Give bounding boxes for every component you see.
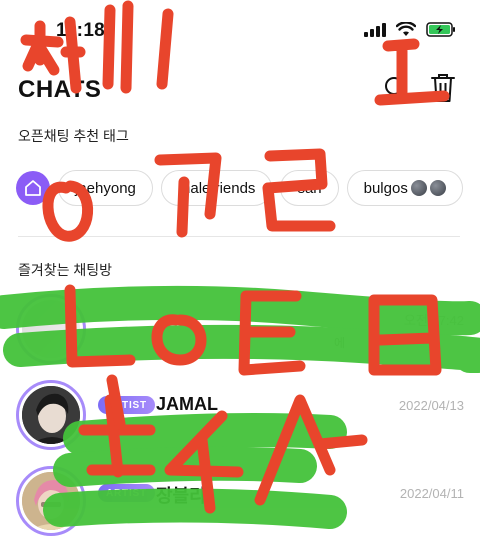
battery-charging-icon [426, 22, 455, 37]
tag-chip-san[interactable]: san [280, 170, 339, 206]
chat-row-3[interactable]: ARTIST 장블리 2022/04/11 [0, 458, 480, 542]
trash-icon[interactable] [430, 72, 456, 104]
wifi-icon [396, 22, 416, 36]
artist-badge: ARTIST [98, 484, 155, 502]
tag-label: malefriends [177, 179, 256, 197]
dark-moon-emoji-icon [429, 180, 446, 196]
avatar [16, 466, 86, 536]
divider [18, 236, 460, 237]
page-title: CHATS [18, 76, 102, 103]
tag-label: bulgos [363, 179, 408, 197]
tag-label: jaehyong [75, 179, 136, 197]
chat-preview: 에 [334, 336, 346, 350]
portrait-image [22, 386, 80, 444]
avatar-image [22, 300, 80, 358]
avatar [16, 294, 86, 364]
chat-date: 2022/04/13 [398, 398, 464, 413]
search-icon[interactable] [382, 74, 410, 102]
home-tag-button[interactable] [16, 171, 50, 205]
chat-date: 오전 07:42 [403, 313, 464, 328]
chat-name: 장블리 [156, 486, 206, 506]
cellular-signal-icon [364, 22, 386, 37]
status-time: 11:18 [56, 20, 106, 41]
portrait-image [22, 472, 80, 530]
status-bar: 11:18 [0, 0, 480, 60]
dark-moon-emoji-icon [410, 180, 427, 196]
favorites-section-label: 즐겨찾는 채팅방 [18, 262, 113, 278]
open-chat-section-label: 오픈채팅 추천 태그 [18, 128, 129, 144]
tag-chip-jaehyong[interactable]: jaehyong [58, 170, 153, 206]
home-icon [25, 180, 41, 196]
tag-chip-malefriends[interactable]: malefriends [160, 170, 273, 206]
avatar-image [22, 386, 80, 444]
status-icons [364, 22, 456, 37]
tag-chip-bulgos[interactable]: bulgos [346, 170, 463, 206]
chat-row-2[interactable]: ARTIST JAMAL 2022/04/13 [0, 372, 480, 456]
artist-badge: ARTIST [98, 396, 155, 414]
tag-row: jaehyong malefriends san bulgos [16, 168, 480, 208]
chat-date: 2022/04/11 [399, 486, 464, 501]
chat-row-1[interactable]: 오전 07:42 에 [0, 290, 480, 374]
tag-label: san [297, 179, 322, 197]
avatar-image [22, 472, 80, 530]
avatar [16, 380, 86, 450]
chat-name: JAMAL [156, 394, 218, 414]
header: CHATS [0, 64, 480, 114]
